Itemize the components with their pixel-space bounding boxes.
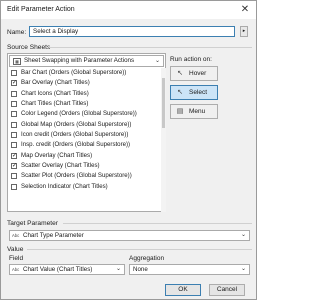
sheet-item-label: Color Legend (Orders (Global Superstore)… [21,110,137,118]
name-label: Name: [7,29,27,36]
select-button-label: Select [189,89,208,96]
sheet-item-label: Insp. credit (Orders (Global Superstore)… [21,141,131,149]
sheet-checkbox[interactable]: ✓ [11,152,17,159]
sheet-item[interactable]: Global Map (Orders (Global Superstore)) [9,120,161,130]
sheet-list-scrollbar[interactable] [161,68,166,212]
value-section-label: Value [7,246,24,253]
sheet-item[interactable]: ✓ Map Overlay (Chart Titles) [9,151,161,161]
string-type-icon: Abc [12,267,20,272]
sheet-item-label: Chart Titles (Chart Titles) [21,100,89,108]
value-divider [27,249,252,250]
sheet-item-label: Map Overlay (Chart Titles) [21,151,93,159]
sheet-checkbox[interactable] [11,121,17,128]
select-button[interactable]: ↖ Select [170,85,218,100]
worksheet-selector-value: Sheet Swapping with Parameter Actions [24,57,135,64]
name-input[interactable]: Select a Display [29,26,235,37]
sheet-list: Bar Chart (Orders (Global Superstore)) ✓… [9,68,161,212]
sheet-item-label: Bar Overlay (Chart Titles) [21,79,90,87]
scrollbar-thumb[interactable] [162,78,165,128]
sheet-item-label: Bar Chart (Orders (Global Superstore)) [21,69,127,76]
sheet-item[interactable]: Icon credit (Orders (Global Superstore)) [9,130,161,140]
target-parameter-divider [63,223,252,224]
dialog-title: Edit Parameter Action [7,6,75,13]
run-action-label: Run action on: [170,56,212,63]
chevron-down-icon: ⌄ [240,266,246,272]
sheet-checkbox[interactable] [11,70,17,76]
source-sheets-divider [49,47,252,48]
edit-parameter-action-dialog: Edit Parameter Action ✕ Name: Select a D… [0,0,257,300]
ok-button[interactable]: OK [165,284,201,296]
chevron-down-icon: ⌄ [154,58,160,64]
sheet-item[interactable]: Scatter Plot (Orders (Global Superstore)… [9,171,161,181]
target-parameter-dropdown[interactable]: Abc Chart Type Parameter ⌄ [9,230,250,241]
sheet-item[interactable]: Chart Titles (Chart Titles) [9,99,161,109]
sheet-item[interactable]: Selection Indicator (Chart Titles) [9,182,161,192]
sheet-checkbox[interactable] [11,101,17,108]
sheet-item-label: Selection Indicator (Chart Titles) [21,182,108,190]
sheet-item[interactable]: ✓ Scatter Overlay (Chart Titles) [9,161,161,171]
dashboard-icon: ▦ [13,58,21,65]
name-insert-arrow-button[interactable]: ▸ [240,26,248,37]
sheet-item-label: Icon credit (Orders (Global Superstore)) [21,131,129,139]
aggregation-dropdown[interactable]: None ⌄ [129,264,250,275]
worksheet-selector[interactable]: ▦ Sheet Swapping with Parameter Actions … [9,55,164,67]
target-parameter-section-label: Target Parameter [7,220,58,227]
sheet-checkbox[interactable] [11,173,17,180]
select-icon: ↖ [177,89,183,96]
chevron-down-icon: ⌄ [115,266,121,272]
field-dropdown-value: Chart Value (Chart Titles) [23,266,93,273]
hover-button-label: Hover [189,70,207,77]
sheet-item-label: Scatter Overlay (Chart Titles) [21,162,100,170]
hover-button[interactable]: ↖ Hover [170,66,218,81]
sheet-checkbox[interactable] [11,111,17,118]
source-sheets-section-label: Source Sheets [7,44,51,51]
sheet-item-label: Scatter Plot (Orders (Global Superstore)… [21,172,132,180]
sheet-item-label: Global Map (Orders (Global Superstore)) [21,120,132,128]
sheet-checkbox[interactable]: ✓ [11,163,17,170]
title-bar: Edit Parameter Action ✕ [1,1,256,19]
pointer-icon: ↖ [177,70,183,77]
menu-button[interactable]: ▤ Menu [170,104,218,119]
sheet-item[interactable]: Color Legend (Orders (Global Superstore)… [9,109,161,119]
aggregation-label: Aggregation [129,255,165,262]
sheet-checkbox[interactable] [11,183,17,190]
aggregation-dropdown-value: None [133,266,148,273]
sheet-item-label: Chart Icons (Chart Titles) [21,89,89,97]
string-type-icon: Abc [12,233,20,238]
sheet-checkbox[interactable] [11,142,17,149]
menu-icon: ▤ [176,108,184,115]
target-parameter-value: Chart Type Parameter [23,232,84,239]
field-dropdown[interactable]: Abc Chart Value (Chart Titles) ⌄ [9,264,125,275]
sheet-checkbox[interactable]: ✓ [11,80,17,87]
sheet-checkbox[interactable] [11,132,17,139]
field-label: Field [9,255,24,262]
chevron-down-icon: ⌄ [240,232,246,238]
sheet-item[interactable]: Chart Icons (Chart Titles) [9,89,161,99]
menu-button-label: Menu [189,108,206,115]
cancel-button[interactable]: Cancel [209,284,245,296]
close-icon[interactable]: ✕ [238,3,252,17]
sheet-item[interactable]: ✓ Bar Overlay (Chart Titles) [9,78,161,88]
source-sheets-panel: ▦ Sheet Swapping with Parameter Actions … [7,53,166,212]
sheet-checkbox[interactable] [11,90,17,97]
sheet-item[interactable]: Insp. credit (Orders (Global Superstore)… [9,140,161,150]
sheet-item[interactable]: Bar Chart (Orders (Global Superstore)) [9,68,161,78]
